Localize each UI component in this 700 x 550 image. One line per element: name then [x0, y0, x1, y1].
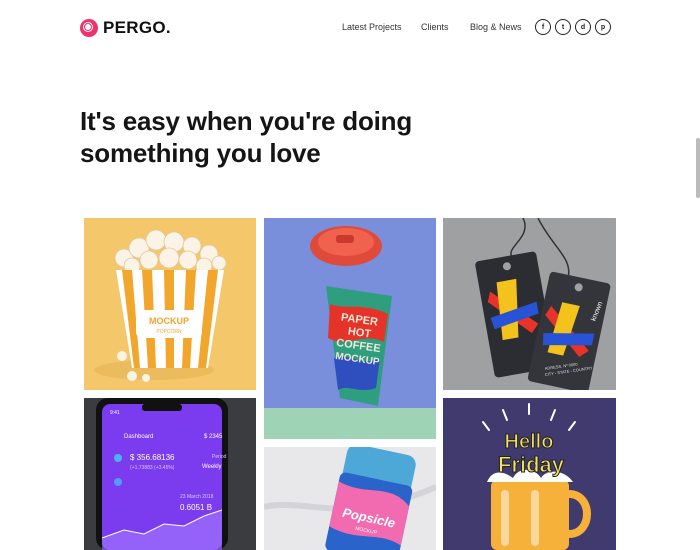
gallery-item-coffee-cup[interactable]: PAPER HOT COFFEE MOCKUP: [264, 218, 436, 439]
phone-balance: $ 2345: [204, 434, 223, 440]
phone-time: 9:41: [110, 410, 120, 416]
gallery-item-hang-tags[interactable]: known ADRESS, Nº 0000 CITY - STATE - COU…: [443, 218, 616, 390]
phone-dashboard-image: 9:41 Dashboard $ 2345 $ 356.68136 (+1.73…: [84, 398, 256, 550]
hero-line-2: something you love: [80, 138, 321, 168]
gallery-item-phone-dashboard[interactable]: 9:41 Dashboard $ 2345 $ 356.68136 (+1.73…: [84, 398, 256, 550]
popcorn-label: MOCKUP: [149, 316, 189, 326]
pinterest-icon[interactable]: p: [595, 19, 611, 35]
scrollbar[interactable]: [696, 138, 700, 198]
dribbble-icon[interactable]: d: [575, 19, 591, 35]
phone-amount: $ 356.68136: [130, 453, 175, 462]
logo-icon: [80, 19, 98, 37]
friday-line-1: Hello: [505, 431, 554, 453]
nav-latest-projects[interactable]: Latest Projects: [342, 22, 402, 32]
logo[interactable]: PERGO.: [80, 18, 171, 38]
site-header: PERGO. Latest Projects Clients Blog & Ne…: [0, 0, 700, 60]
logo-text: PERGO.: [103, 18, 171, 37]
phone-period-value: Weekly: [202, 464, 222, 470]
hero-heading: It's easy when you're doing something yo…: [80, 105, 412, 169]
coffee-cup-image: PAPER HOT COFFEE MOCKUP: [264, 218, 436, 439]
gallery-item-popsicle[interactable]: Popsicle MOCKUP: [264, 447, 436, 550]
popcorn-sublabel: POPCORN: [156, 329, 182, 335]
popcorn-image: MOCKUP POPCORN: [84, 218, 256, 390]
phone-change: (+1.73883 (+3.45%): [130, 465, 175, 471]
phone-btc: 0.6051 B: [180, 503, 212, 512]
popsicle-image: Popsicle MOCKUP: [264, 447, 436, 550]
phone-period-label: Period: [212, 454, 227, 460]
nav-clients[interactable]: Clients: [421, 22, 449, 32]
friday-line-2: Friday: [498, 452, 565, 477]
gallery-item-hello-friday[interactable]: Hello Friday: [443, 398, 616, 550]
social-links: f t d p: [535, 19, 611, 35]
hang-tags-image: known ADRESS, Nº 0000 CITY - STATE - COU…: [443, 218, 616, 390]
twitter-icon[interactable]: t: [555, 19, 571, 35]
nav-blog-news[interactable]: Blog & News: [470, 22, 522, 32]
phone-date: 23 March 2018: [180, 494, 214, 500]
gallery-item-popcorn[interactable]: MOCKUP POPCORN: [84, 218, 256, 390]
phone-title: Dashboard: [124, 434, 153, 440]
hero-line-1: It's easy when you're doing: [80, 106, 413, 136]
facebook-icon[interactable]: f: [535, 19, 551, 35]
hello-friday-image: Hello Friday: [443, 398, 616, 550]
